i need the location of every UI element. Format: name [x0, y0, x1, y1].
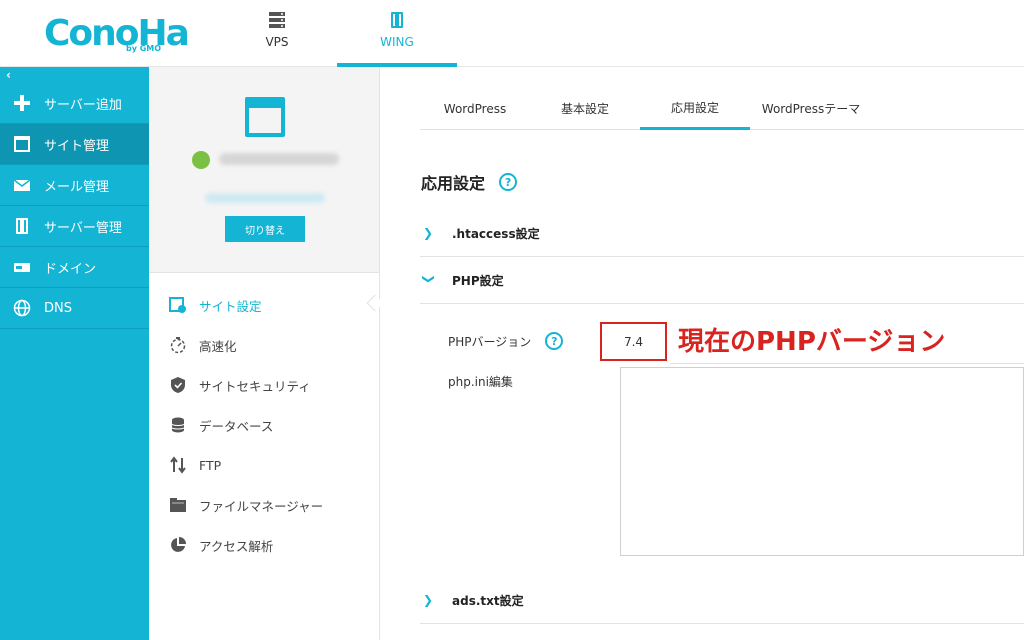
menu-item-label: サイトセキュリティ — [199, 378, 311, 394]
help-icon[interactable]: ? — [545, 332, 564, 350]
sidebar-item-mail-management[interactable]: メール管理 — [0, 165, 149, 206]
sidebar: ‹ サーバー追加 サイト管理 メール管理 サーバー管理 ドメイン DNS — [0, 67, 149, 640]
sidebar-item-dns[interactable]: DNS — [0, 288, 149, 329]
pie-chart-icon — [169, 536, 187, 554]
folder-icon — [169, 496, 187, 514]
menu-item-database[interactable]: データベース — [169, 413, 273, 437]
domain-icon — [12, 257, 32, 277]
stopwatch-icon — [169, 336, 187, 354]
chevron-right-icon: ❯ — [423, 226, 434, 240]
menu-item-label: データベース — [199, 418, 274, 434]
php-version-field: PHPバージョン ? — [448, 329, 564, 353]
php-ini-editor[interactable] — [620, 367, 1024, 556]
site-url-redacted — [205, 193, 325, 203]
site-settings-icon — [169, 296, 187, 314]
chevron-down-icon: ❯ — [422, 274, 436, 285]
menu-item-site-security[interactable]: サイトセキュリティ — [169, 373, 311, 397]
tab-wordpress[interactable]: WordPress — [430, 87, 520, 130]
menu-item-label: 高速化 — [199, 338, 237, 354]
menu-item-access-analytics[interactable]: アクセス解析 — [169, 533, 273, 557]
chevron-right-icon: ❯ — [423, 593, 434, 607]
sidebar-item-add-server[interactable]: サーバー追加 — [0, 83, 149, 124]
topnav-vps-label: VPS — [265, 35, 289, 49]
sidebar-collapse-button[interactable]: ‹ — [0, 67, 149, 83]
divider — [670, 363, 1024, 364]
server-icon — [269, 12, 285, 28]
sidebar-item-label: メール管理 — [44, 179, 110, 195]
sidebar-item-server-management[interactable]: サーバー管理 — [0, 206, 149, 247]
site-name-redacted — [219, 153, 339, 165]
menu-item-speed[interactable]: 高速化 — [169, 333, 237, 357]
sidebar-item-label: DNS — [44, 300, 72, 316]
menu-item-site-settings[interactable]: サイト設定 — [169, 293, 262, 317]
main-content: WordPress 基本設定 応用設定 WordPressテーマ 応用設定 ? … — [380, 67, 1024, 640]
window-icon — [12, 134, 32, 154]
php-version-label: PHPバージョン — [448, 334, 532, 349]
database-icon — [169, 416, 187, 434]
window-icon — [245, 97, 285, 137]
mail-icon — [12, 175, 32, 195]
page-title: 応用設定 ? — [421, 170, 518, 194]
menu-item-label: サイト設定 — [199, 298, 262, 314]
sidebar-item-domain[interactable]: ドメイン — [0, 247, 149, 288]
logo-text: ConoHa — [44, 13, 190, 54]
accordion-php[interactable]: ❯ PHP設定 — [420, 257, 1024, 304]
topnav-wing-label: WING — [380, 35, 414, 49]
switch-site-button[interactable]: 切り替え — [225, 216, 305, 242]
topnav-vps[interactable]: VPS — [217, 0, 337, 67]
transfer-arrows-icon — [169, 456, 187, 474]
page-title-text: 応用設定 — [421, 174, 486, 193]
server-stack-icon — [391, 12, 403, 28]
accordion-ads-txt-label: ads.txt設定 — [452, 593, 524, 608]
tab-wordpress-theme[interactable]: WordPressテーマ — [756, 87, 866, 130]
sidebar-item-site-management[interactable]: サイト管理 — [0, 124, 149, 165]
accordion-htaccess[interactable]: ❯ .htaccess設定 — [420, 210, 1024, 257]
php-version-annotation: 現在のPHPバージョン — [678, 327, 946, 357]
accordion-php-label: PHP設定 — [452, 273, 504, 288]
menu-item-file-manager[interactable]: ファイルマネージャー — [169, 493, 323, 517]
power-status-icon — [192, 151, 210, 169]
tab-basic-settings[interactable]: 基本設定 — [540, 87, 630, 130]
server-icon — [12, 216, 32, 236]
sidebar-item-label: サイト管理 — [44, 138, 110, 154]
top-bar: ConoHa by GMO VPS WING — [0, 0, 1024, 67]
php-ini-label: php.ini編集 — [448, 375, 513, 389]
sidebar-item-label: サーバー管理 — [44, 220, 122, 236]
tab-advanced-settings[interactable]: 応用設定 — [640, 87, 750, 130]
help-icon[interactable]: ? — [499, 173, 518, 191]
menu-item-label: FTP — [199, 457, 222, 473]
accordion-ads-txt[interactable]: ❯ ads.txt設定 — [420, 577, 1024, 624]
php-version-value[interactable]: 7.4 — [600, 322, 667, 361]
sidebar-item-label: ドメイン — [44, 261, 97, 277]
conoha-logo[interactable]: ConoHa by GMO — [44, 10, 190, 58]
site-panel: 切り替え サイト設定 高速化 サイトセキュリティ データベース FTP ファイル… — [149, 67, 384, 640]
site-summary: 切り替え — [149, 67, 379, 273]
logo-sub: by GMO — [126, 44, 162, 53]
menu-item-ftp[interactable]: FTP — [169, 453, 221, 477]
shield-icon — [169, 376, 187, 394]
accordion-htaccess-label: .htaccess設定 — [452, 226, 540, 241]
menu-item-label: アクセス解析 — [199, 538, 274, 554]
plus-icon — [12, 93, 32, 113]
settings-tabs: WordPress 基本設定 応用設定 WordPressテーマ — [420, 87, 1024, 130]
topnav-wing[interactable]: WING — [337, 0, 457, 67]
sidebar-item-label: サーバー追加 — [44, 97, 122, 113]
menu-item-label: ファイルマネージャー — [199, 498, 324, 514]
globe-icon — [12, 298, 32, 318]
